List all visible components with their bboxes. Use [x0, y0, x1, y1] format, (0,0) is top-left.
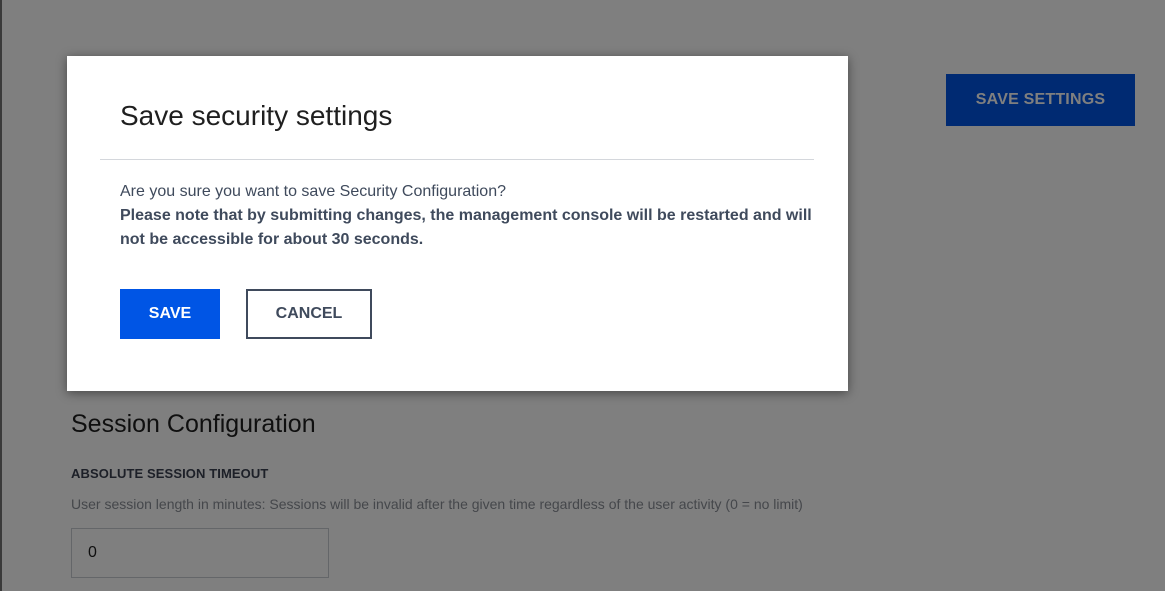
dialog-body: Are you sure you want to save Security C… — [120, 180, 820, 252]
dialog-save-button[interactable]: SAVE — [120, 289, 220, 339]
dialog-note: Please note that by submitting changes, … — [120, 207, 812, 248]
dialog-title: Save security settings — [120, 100, 393, 131]
save-security-settings-dialog: Save security settings Are you sure you … — [67, 56, 848, 391]
dialog-divider — [100, 159, 814, 160]
dialog-message: Are you sure you want to save Security C… — [120, 183, 506, 200]
dialog-cancel-button[interactable]: CANCEL — [246, 289, 372, 339]
